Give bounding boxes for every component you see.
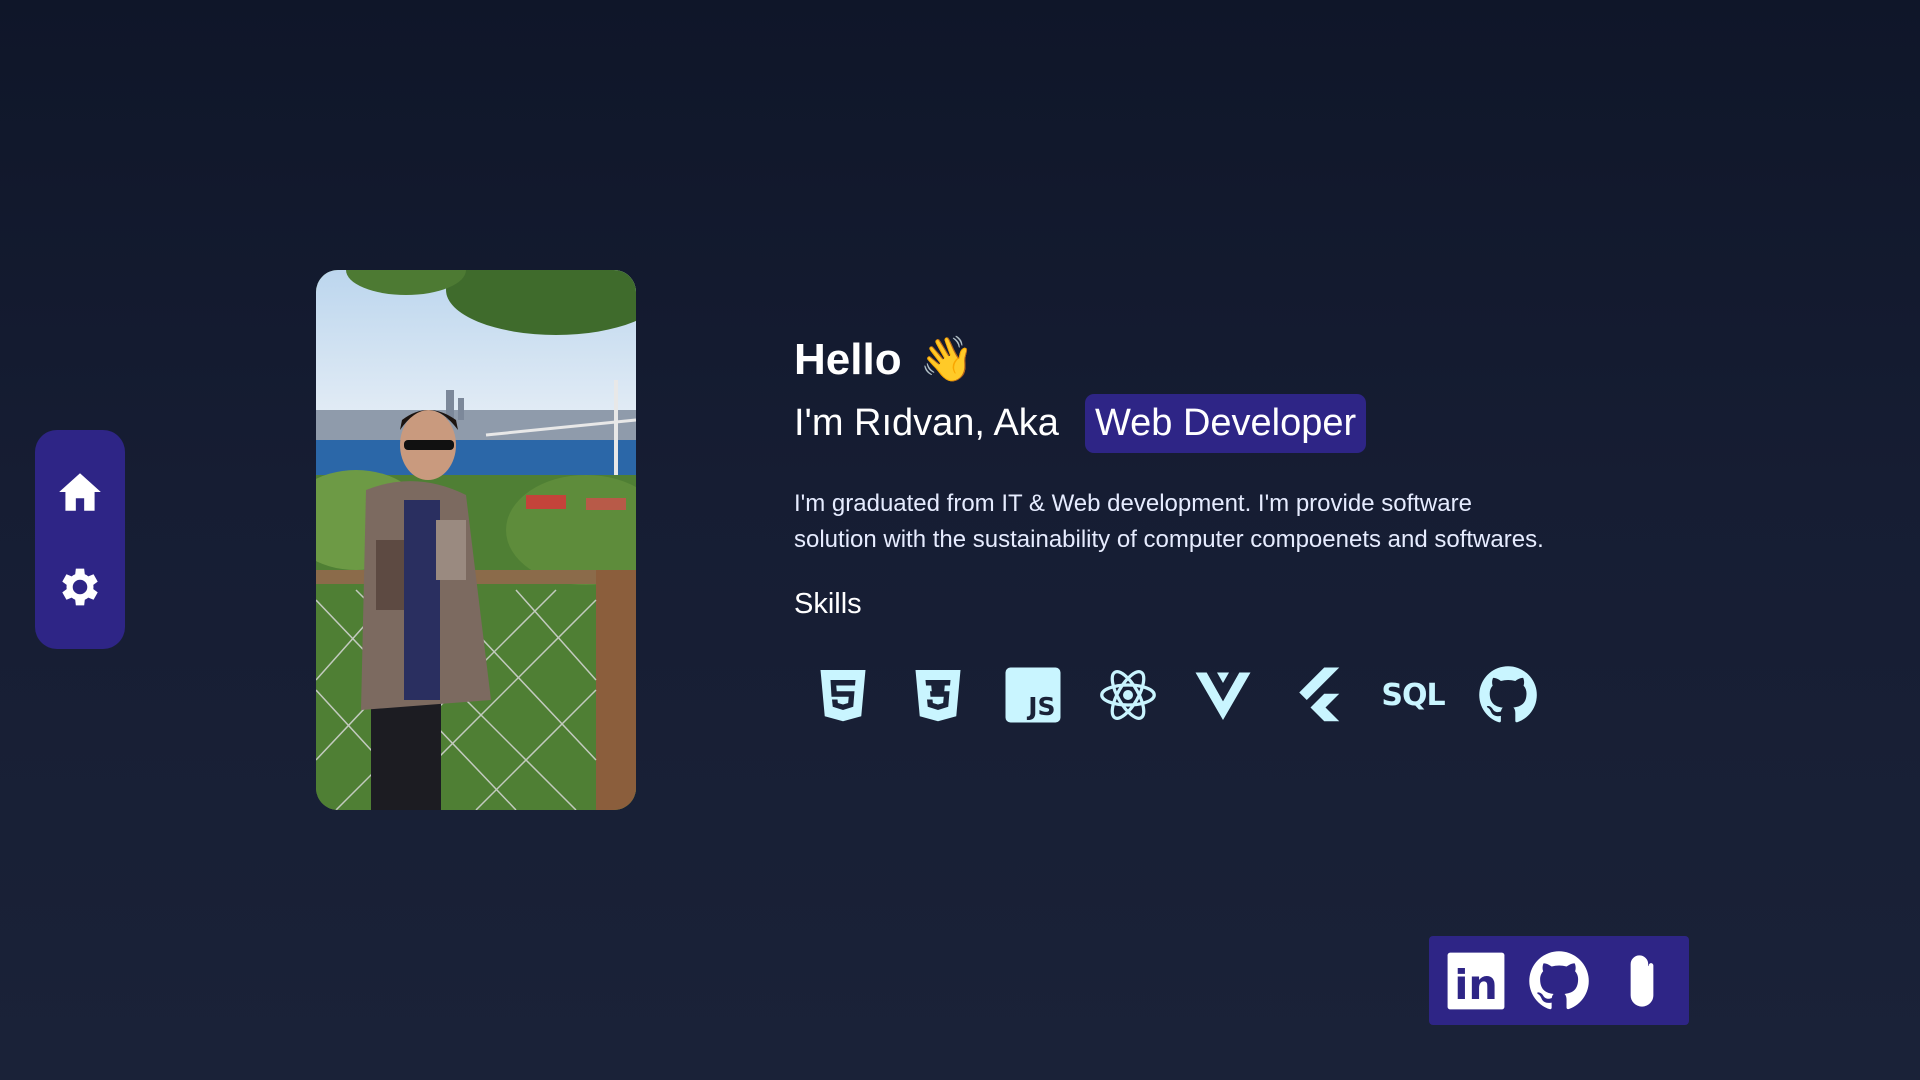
bio-line-2: solution with the sustainability of comp… [794,526,1544,553]
skill-react [1096,663,1160,727]
react-icon [1100,670,1156,720]
github-icon [1529,950,1589,1009]
flutter-icon [1299,667,1340,722]
vue-icon [1195,672,1251,720]
javascript-label: JS [1026,692,1055,721]
skill-sql: SQL [1381,663,1445,727]
css3-icon [915,670,961,722]
home-button[interactable] [50,462,110,522]
home-icon [59,473,101,511]
profile-photo-image [316,270,636,810]
intro-section: Hello 👋 I'm Rıdvan, Aka Web Developer I'… [794,330,1614,727]
skills-list: JS SQL [811,663,1614,727]
profile-photo [316,270,636,810]
resume-attachment-link[interactable] [1609,948,1675,1014]
javascript-icon: JS [1005,667,1061,723]
greeting-heading: Hello [794,335,902,384]
wave-emoji-icon: 👋 [919,335,975,384]
html5-icon [820,670,866,722]
sql-icon: SQL [1381,677,1445,713]
skill-javascript: JS [1001,663,1065,727]
skill-github [1476,663,1540,727]
paperclip-icon [1630,954,1654,1007]
side-nav [35,430,125,649]
name-row: I'm Rıdvan, Aka Web Developer [794,390,1614,456]
gear-icon [62,568,98,606]
bio-description: I'm graduated from IT & Web development.… [794,486,1594,558]
role-badge: Web Developer [1084,393,1367,453]
skills-heading: Skills [794,588,862,620]
linkedin-link[interactable]: in [1443,948,1509,1014]
linkedin-label: in [1455,961,1499,1009]
bio-line-1: I'm graduated from IT & Web development.… [794,490,1472,517]
linkedin-icon: in [1447,952,1505,1009]
github-icon [1479,666,1537,723]
social-links-bar: in [1429,936,1689,1025]
skill-vue [1191,663,1255,727]
name-text: I'm Rıdvan, Aka [794,401,1059,444]
skill-flutter [1286,663,1350,727]
skill-html5 [811,663,875,727]
skill-css3 [906,663,970,727]
github-link[interactable] [1526,948,1592,1014]
settings-button[interactable] [50,557,110,617]
greeting-row: Hello 👋 [794,330,1614,390]
